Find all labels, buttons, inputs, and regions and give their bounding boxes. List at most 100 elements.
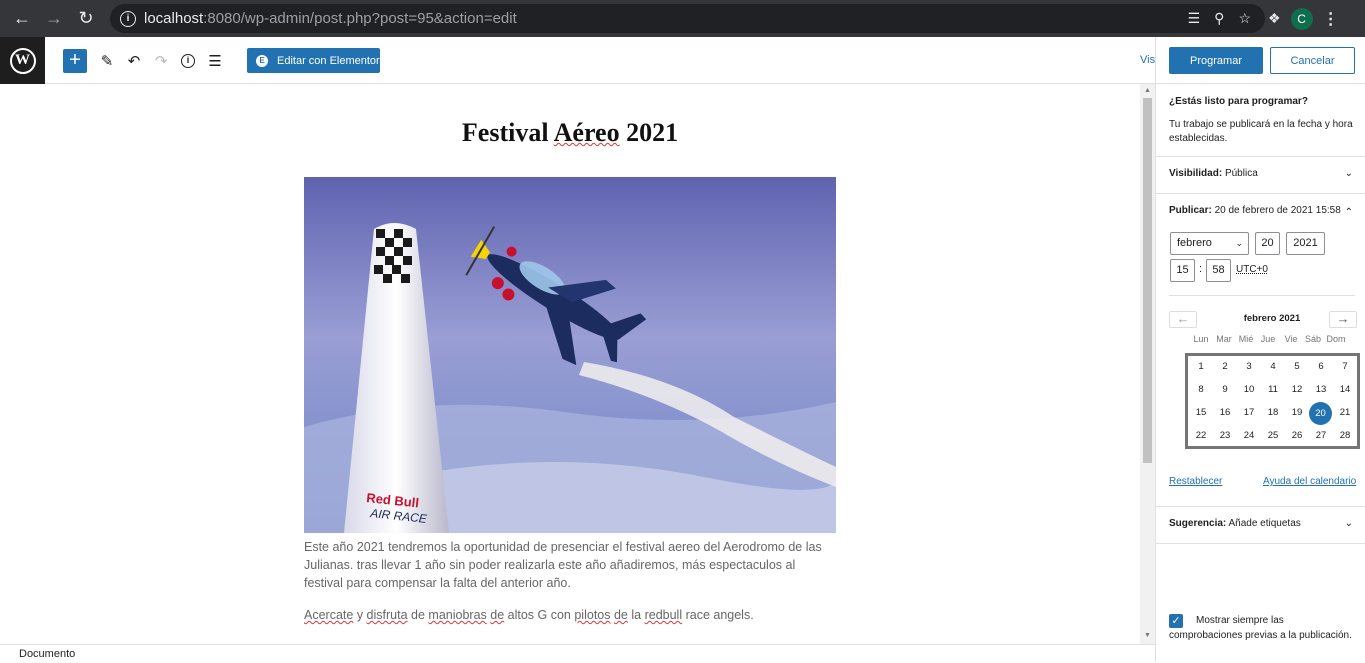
post-title[interactable]: Festival Aéreo 2021	[0, 118, 1140, 148]
weekday-label: Mar	[1216, 334, 1232, 344]
scroll-up-icon[interactable]: ▲	[1143, 87, 1152, 95]
edit-tools-icon[interactable]: ✎	[95, 49, 119, 73]
calendar-day[interactable]: 1	[1189, 356, 1213, 377]
calendar-day[interactable]: 10	[1237, 379, 1261, 400]
calendar-day[interactable]: 18	[1261, 402, 1285, 423]
featured-image-block[interactable]: Red Bull AIR RACE	[304, 177, 836, 533]
back-icon[interactable]: ←	[6, 0, 38, 37]
scrollbar-thumb[interactable]	[1143, 98, 1152, 463]
suggestion-row[interactable]: Sugerencia: Añade etiquetas	[1169, 518, 1301, 529]
calendar-day[interactable]: 16	[1213, 402, 1237, 423]
calendar-day[interactable]: 15	[1189, 402, 1213, 423]
divider	[1156, 193, 1365, 194]
redo-icon[interactable]: ↷	[149, 49, 173, 73]
wordpress-logo[interactable]: W	[0, 37, 45, 84]
calendar-day[interactable]: 12	[1285, 379, 1309, 400]
calendar-day[interactable]: 4	[1261, 356, 1285, 377]
word: altos G con	[504, 608, 575, 622]
calendar-day[interactable]: 14	[1333, 379, 1357, 400]
calendar-day[interactable]: 22	[1189, 425, 1213, 446]
forward-icon[interactable]: →	[38, 0, 70, 37]
calendar-day[interactable]: 7	[1333, 356, 1357, 377]
publish-value: 20 de febrero de 2021 15:58	[1214, 205, 1341, 216]
calendar-day[interactable]: 19	[1285, 402, 1309, 423]
title-part: 2021	[619, 118, 679, 147]
month-select[interactable]: febrero ⌄	[1170, 232, 1249, 255]
word: de	[613, 608, 628, 622]
prepublish-checks-checkbox[interactable]: ✓	[1169, 614, 1183, 628]
calendar-day[interactable]: 25	[1261, 425, 1285, 446]
extensions-icon[interactable]: ❖	[1268, 10, 1281, 27]
details-info-icon[interactable]: i	[176, 49, 200, 73]
calendar-day[interactable]: 8	[1189, 379, 1213, 400]
calendar-day[interactable]: 23	[1213, 425, 1237, 446]
elementor-icon: E	[256, 54, 268, 67]
visibility-row[interactable]: Visibilidad: Pública	[1169, 168, 1258, 179]
breadcrumb-document[interactable]: Documento	[19, 648, 75, 660]
calendar-day[interactable]: 21	[1333, 402, 1357, 423]
calendar-day[interactable]: 27	[1309, 425, 1333, 446]
profile-avatar[interactable]: C	[1290, 7, 1313, 30]
url-path: :8080/wp-admin/post.php?post=95&action=e…	[203, 10, 517, 27]
calendar-day[interactable]: 9	[1213, 379, 1237, 400]
editor-toolbar: W + ✎ ↶ ↷ i ☰ E Editar con Elementor Vis…	[0, 37, 1158, 84]
next-month-button[interactable]: →	[1329, 311, 1357, 328]
calendar-day[interactable]: 6	[1309, 356, 1333, 377]
paragraph-block[interactable]: Este año 2021 tendremos la oportunidad d…	[304, 538, 836, 592]
visibility-value: Pública	[1224, 168, 1258, 179]
reload-icon[interactable]: ↻	[70, 0, 102, 37]
publish-row[interactable]: Publicar: 20 de febrero de 2021 15:58	[1169, 205, 1341, 216]
year-input[interactable]: 2021	[1286, 232, 1325, 255]
undo-icon[interactable]: ↶	[122, 49, 146, 73]
publish-label: Publicar:	[1169, 205, 1212, 216]
title-part-misspelled: Aéreo	[553, 118, 620, 147]
calendar-day[interactable]: 13	[1309, 379, 1333, 400]
calendar-day[interactable]: 2	[1213, 356, 1237, 377]
word: de	[407, 608, 429, 622]
chevron-down-icon[interactable]: ⌄	[1345, 518, 1353, 529]
calendar-day[interactable]: 5	[1285, 356, 1309, 377]
prepublish-panel: Programar Cancelar ¿Estás listo para pro…	[1155, 37, 1365, 662]
minute-input[interactable]: 58	[1206, 259, 1231, 282]
address-bar[interactable]: i localhost:8080/wp-admin/post.php?post=…	[110, 4, 1265, 33]
editor-scrollbar[interactable]: ▲ ▼	[1140, 84, 1155, 644]
word: pilotos	[574, 608, 611, 622]
zoom-icon[interactable]: ⚲	[1214, 10, 1224, 27]
timezone-label[interactable]: UTC+0	[1236, 264, 1268, 275]
schedule-button[interactable]: Programar	[1169, 47, 1263, 74]
calendar-day[interactable]: 26	[1285, 425, 1309, 446]
chevron-down-icon[interactable]: ⌄	[1345, 168, 1353, 179]
prepublish-checks-label: Mostrar siempre las comprobaciones previ…	[1169, 615, 1352, 641]
prepublish-question: ¿Estás listo para programar?	[1169, 96, 1308, 107]
elementor-button-label: Editar con Elementor	[277, 54, 380, 67]
calendar-day[interactable]: 24	[1237, 425, 1261, 446]
hour-input[interactable]: 15	[1170, 259, 1195, 282]
reset-date-link[interactable]: Restablecer	[1169, 476, 1222, 487]
add-block-button[interactable]: +	[63, 49, 87, 73]
list-view-icon[interactable]: ☰	[203, 49, 227, 73]
block-breadcrumb-bar: Documento	[0, 644, 1155, 662]
weekday-label: Dom	[1326, 334, 1346, 344]
calendar-day[interactable]: 28	[1333, 425, 1357, 446]
title-part: Festival	[461, 118, 554, 147]
calendar-day[interactable]: 3	[1237, 356, 1261, 377]
chevron-up-icon[interactable]: ⌃	[1345, 207, 1353, 218]
airplane-image: Red Bull AIR RACE	[304, 177, 836, 533]
bookmark-star-icon[interactable]: ☆	[1238, 10, 1251, 27]
calendar-day[interactable]: 11	[1261, 379, 1285, 400]
day-input[interactable]: 20	[1255, 232, 1280, 255]
calendar-day[interactable]: 17	[1237, 402, 1261, 423]
scroll-down-icon[interactable]: ▼	[1143, 632, 1152, 640]
word: Acercate	[304, 608, 354, 622]
cancel-button[interactable]: Cancelar	[1270, 47, 1355, 74]
translate-icon[interactable]: ☰	[1188, 10, 1201, 27]
word: y	[353, 608, 367, 622]
divider	[1169, 295, 1355, 296]
site-info-icon[interactable]: i	[120, 10, 136, 27]
calendar-help-link[interactable]: Ayuda del calendario	[1263, 476, 1356, 487]
wordpress-icon: W	[9, 47, 36, 74]
calendar-day-selected[interactable]: 20	[1309, 402, 1332, 425]
browser-menu-icon[interactable]: ⋮	[1323, 9, 1339, 29]
paragraph-block[interactable]: Acercate y disfruta de maniobras de alto…	[304, 606, 836, 624]
edit-with-elementor-button[interactable]: E Editar con Elementor	[247, 48, 380, 73]
